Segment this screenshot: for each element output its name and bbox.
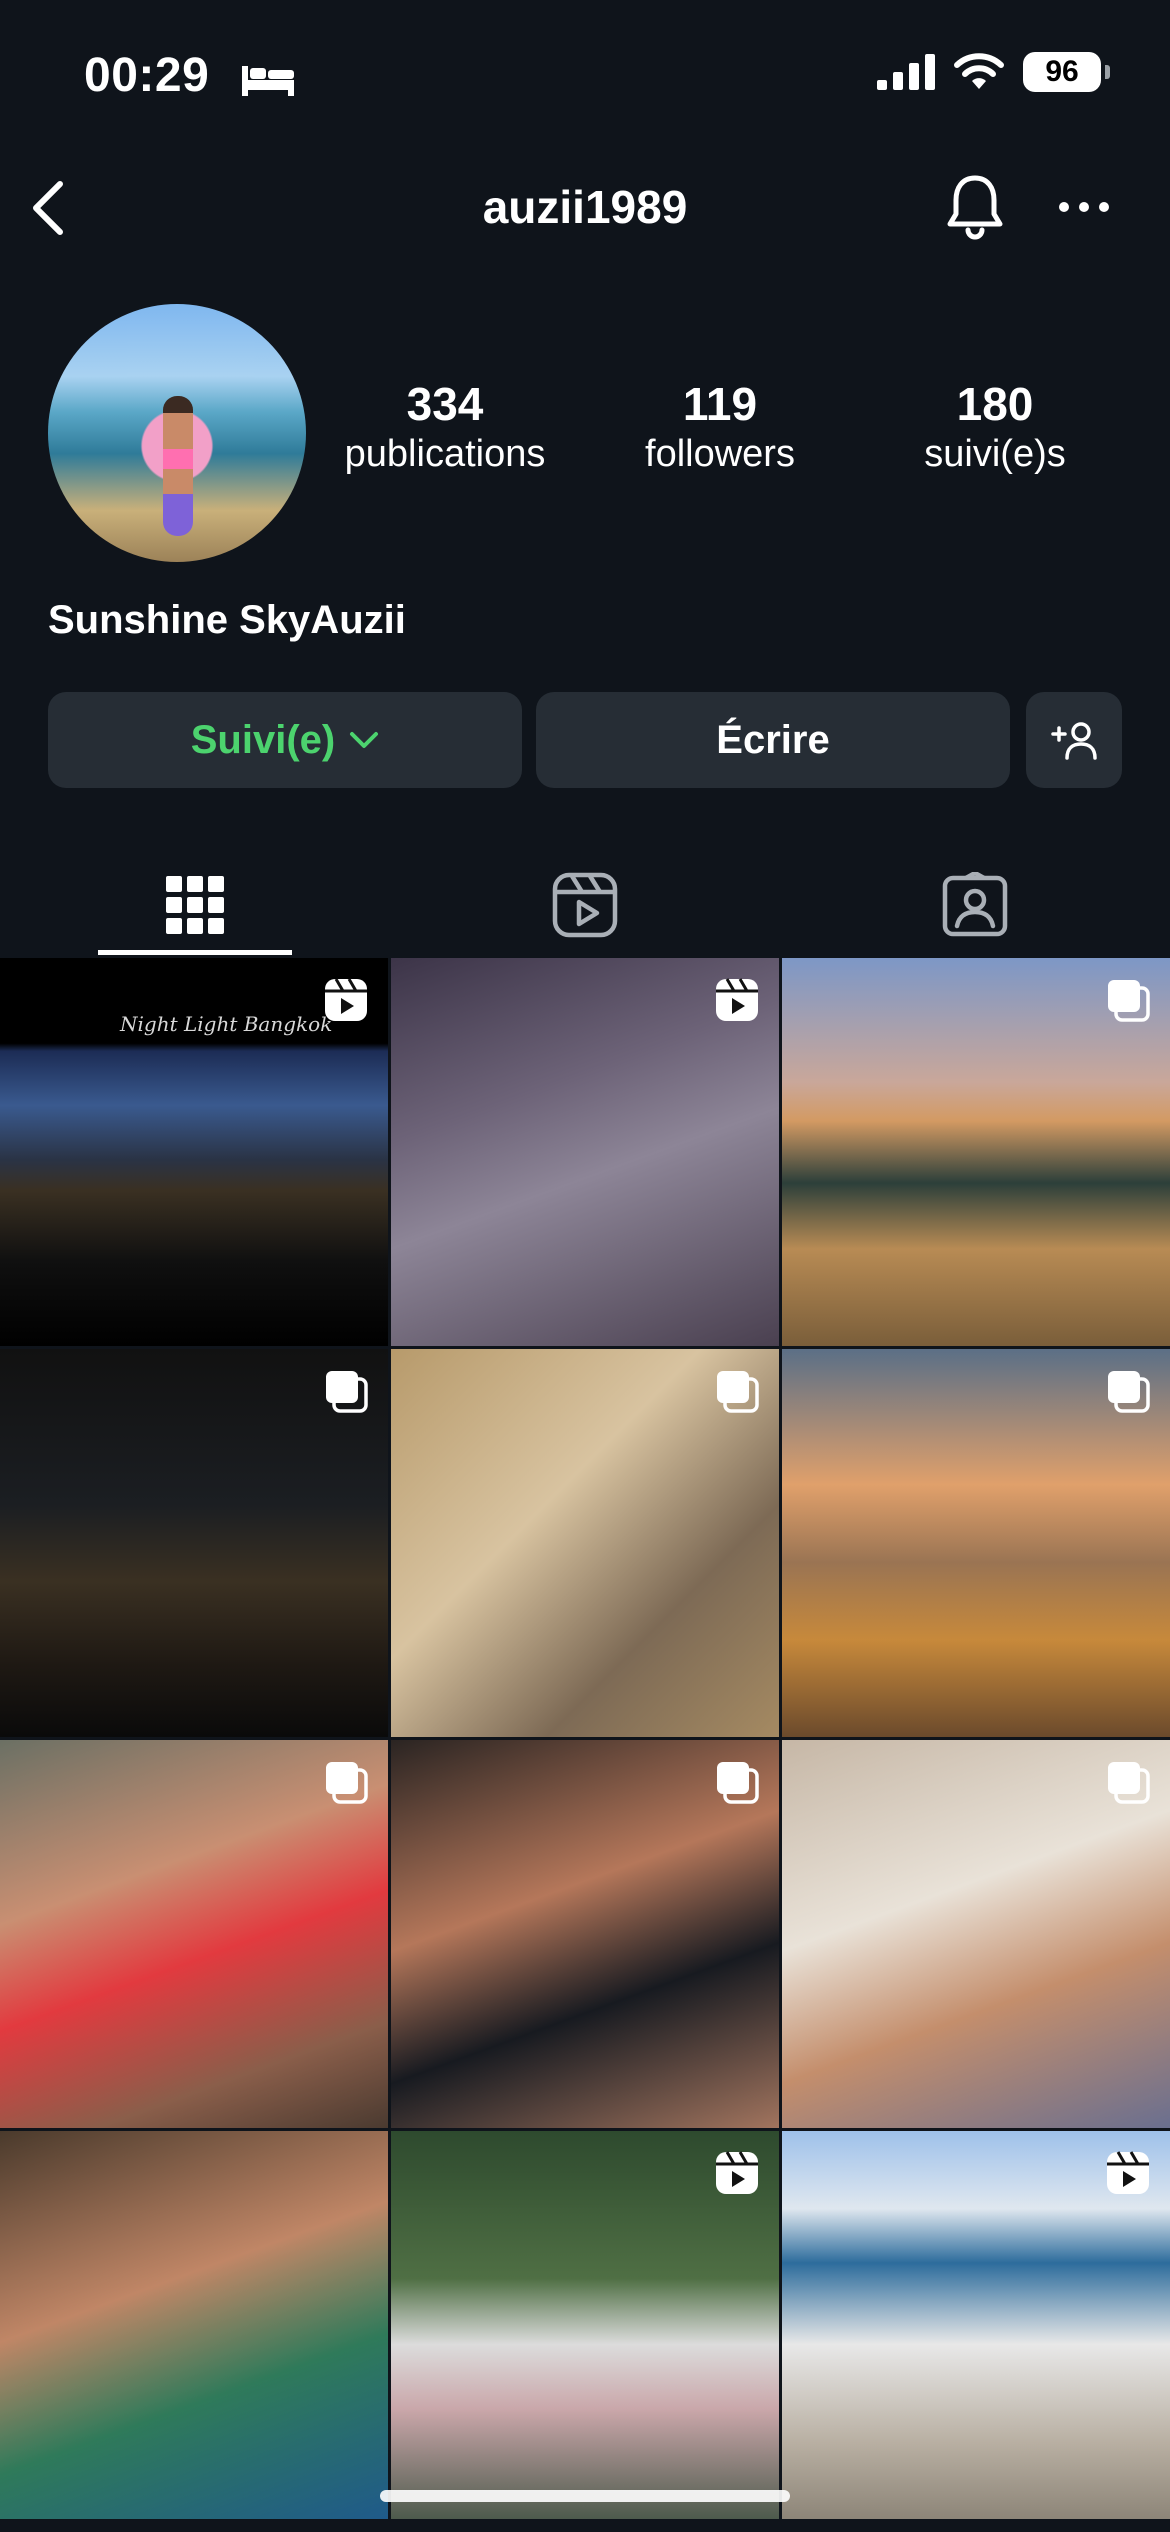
profile-avatar[interactable] — [48, 304, 306, 562]
chevron-down-icon — [350, 732, 379, 748]
message-button[interactable]: Écrire — [536, 692, 1010, 788]
post-tile[interactable] — [0, 2131, 388, 2519]
stat-following-count: 180 — [956, 378, 1034, 430]
post-tile[interactable] — [391, 1740, 779, 2128]
stat-following[interactable]: 180 suivi(e)s — [880, 378, 1110, 478]
battery-nub — [1105, 65, 1110, 79]
post-tile[interactable] — [782, 2131, 1170, 2519]
stat-posts[interactable]: 334 publications — [320, 378, 570, 478]
post-tile[interactable] — [391, 2131, 779, 2519]
stat-followers-count: 119 — [682, 378, 758, 430]
post-tile[interactable] — [391, 1349, 779, 1737]
post-tile[interactable] — [391, 958, 779, 1346]
more-options-icon[interactable] — [1058, 200, 1110, 214]
post-tile[interactable] — [0, 1740, 388, 2128]
tagged-person-icon — [942, 872, 1008, 937]
stat-posts-label: publications — [344, 433, 546, 475]
post-tile[interactable] — [782, 958, 1170, 1346]
stat-followers[interactable]: 119 followers — [610, 378, 830, 478]
tab-reels[interactable] — [390, 850, 780, 960]
carousel-badge-icon — [717, 1371, 759, 1413]
stat-following-label: suivi(e)s — [924, 433, 1066, 475]
post-tile[interactable]: Night Light Bangkok — [0, 958, 388, 1346]
carousel-badge-icon — [326, 1762, 368, 1804]
carousel-badge-icon — [1108, 980, 1150, 1022]
cellular-signal-icon — [877, 54, 935, 90]
post-tile[interactable] — [782, 1740, 1170, 2128]
message-button-label: Écrire — [716, 717, 830, 762]
post-tile[interactable] — [0, 1349, 388, 1737]
reel-badge-icon — [1107, 2151, 1149, 2194]
carousel-badge-icon — [326, 1371, 368, 1413]
reel-badge-icon — [716, 2151, 758, 2194]
add-person-icon — [1051, 722, 1097, 760]
tab-tagged[interactable] — [780, 850, 1170, 960]
tab-posts-grid[interactable] — [0, 850, 390, 960]
wifi-icon — [954, 53, 1004, 89]
following-button-label: Suivi(e) — [190, 717, 336, 762]
post-overlay-text: Night Light Bangkok — [120, 1012, 333, 1036]
following-button[interactable]: Suivi(e) — [48, 692, 522, 788]
stat-posts-count: 334 — [406, 378, 484, 430]
reels-icon — [552, 872, 618, 938]
suggest-people-button[interactable] — [1026, 692, 1122, 788]
sleep-focus-icon — [242, 66, 294, 96]
post-tile[interactable] — [782, 1349, 1170, 1737]
carousel-badge-icon — [1108, 1371, 1150, 1413]
carousel-badge-icon — [717, 1762, 759, 1804]
active-tab-indicator — [98, 950, 292, 955]
reel-badge-icon — [325, 978, 367, 1021]
stat-followers-label: followers — [645, 433, 795, 475]
reel-badge-icon — [716, 978, 758, 1021]
notification-bell-icon[interactable] — [944, 170, 1006, 242]
avatar-photo-subject — [163, 396, 193, 536]
status-indicators: 96 — [877, 52, 1110, 92]
grid-icon — [166, 876, 224, 934]
carousel-badge-icon — [1108, 1762, 1150, 1804]
home-indicator[interactable] — [380, 2490, 790, 2502]
posts-grid: Night Light Bangkok — [0, 958, 1170, 2519]
profile-full-name: Sunshine SkyAuzii — [48, 598, 406, 642]
status-time: 00:29 — [84, 49, 210, 102]
battery-indicator: 96 — [1023, 52, 1101, 92]
